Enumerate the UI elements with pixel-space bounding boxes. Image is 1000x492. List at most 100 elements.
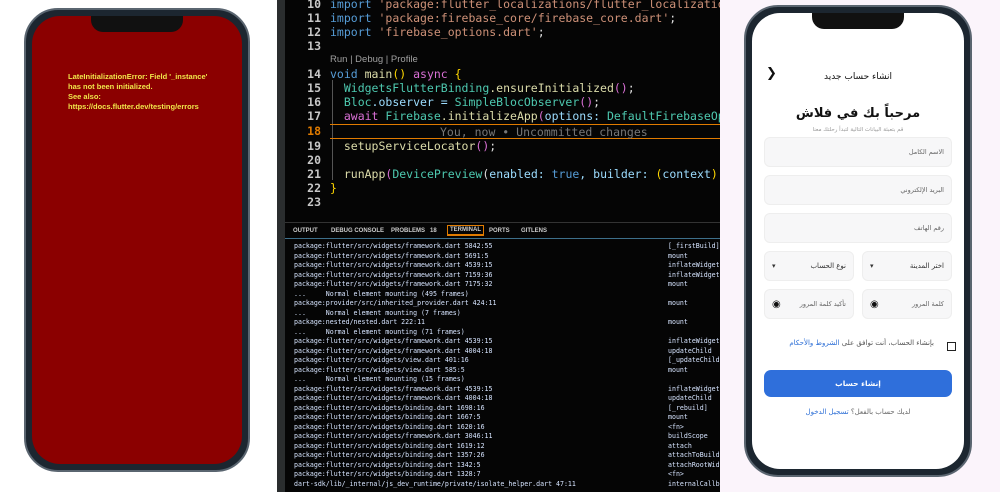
placeholder: الاسم الكامل (908, 148, 944, 156)
code-token: import (330, 25, 379, 39)
account-type-select[interactable]: نوع الحساب ▾ (764, 251, 854, 281)
terminal-line: package:flutter/src/widgets/framework.da… (294, 242, 493, 250)
code-token: context (662, 167, 711, 181)
terminal-line: package:provider/src/inherited_provider.… (294, 299, 497, 307)
code-token: .observer = (371, 95, 455, 109)
city-select[interactable]: اختر المدينة ▾ (862, 251, 952, 281)
code-token: ( (537, 109, 545, 123)
placeholder: تأكيد كلمة المرور (799, 300, 846, 308)
code-line[interactable]: await Firebase.initializeApp(options: De… (330, 109, 780, 123)
terminal-function: attachToBuild (668, 451, 720, 459)
code-line[interactable]: } (330, 181, 337, 195)
code-token: 'package:firebase_core/firebase_core.dar… (378, 11, 670, 25)
terminal-function: mount (668, 280, 688, 288)
code-token: await (330, 109, 386, 123)
terminal-line: package:flutter/src/widgets/framework.da… (294, 384, 493, 393)
terminal-line: package:flutter/src/widgets/view.dart 58… (294, 365, 465, 374)
code-token: ; (669, 11, 677, 25)
terminal-line: package:flutter/src/widgets/framework.da… (294, 394, 493, 402)
code-line[interactable]: runApp(DevicePreview(enabled: true, buil… (330, 167, 780, 181)
tab-debug-console[interactable]: DEBUG CONSOLE (331, 228, 384, 234)
terminal-function: mount (668, 413, 688, 421)
terminal-line: package:flutter/src/widgets/view.dart 40… (294, 356, 469, 364)
tab-terminal[interactable]: TERMINAL (447, 225, 484, 236)
create-account-button[interactable]: إنشاء حساب (764, 370, 952, 397)
phone-notch (812, 13, 904, 29)
email-input[interactable]: البريد الإلكتروني (764, 175, 952, 205)
code-token: true (551, 167, 580, 181)
panel-divider[interactable] (277, 0, 285, 492)
device-preview-right: ❯ انشاء حساب جديد مرحباً بك في فلاش قم ب… (720, 0, 1000, 492)
tab-gitlens[interactable]: GITLENS (521, 228, 547, 234)
terminal-line: package:flutter/src/widgets/binding.dart… (294, 460, 481, 469)
code-token: ; (627, 81, 635, 95)
code-line[interactable]: import 'package:firebase_core/firebase_c… (330, 11, 676, 25)
inline-blame: You, now • Uncommitted changes (330, 124, 720, 139)
terminal-line: package:flutter/src/widgets/framework.da… (294, 270, 493, 279)
blame-text: You, now • Uncommitted changes (440, 125, 648, 139)
line-number: 22 (307, 181, 321, 195)
terminal-function: inflateWidget (668, 384, 720, 393)
eye-icon[interactable]: ◉ (772, 299, 781, 310)
terminal-function: updateChild (668, 346, 712, 355)
tab-problems[interactable]: PROBLEMS 18 (391, 228, 437, 234)
code-token: SimpleBlocObserver (454, 95, 580, 109)
line-number: 11 (307, 11, 321, 25)
code-token: import (330, 11, 379, 25)
tab-ports[interactable]: PORTS (489, 228, 510, 234)
tab-label: PROBLEMS (391, 228, 426, 234)
terminal-function: [_updateChild (668, 356, 720, 364)
problems-count-badge: 18 (430, 228, 437, 234)
code-token: runApp (330, 167, 386, 181)
login-link[interactable]: تسجيل الدخول (806, 408, 849, 416)
tab-label: TERMINAL (450, 227, 481, 233)
tab-output[interactable]: OUTPUT (293, 228, 318, 234)
full-name-input[interactable]: الاسم الكامل (764, 137, 952, 167)
terminal-line: ... Normal element mounting (15 frames) (294, 375, 465, 383)
placeholder: رقم الهاتف (914, 224, 944, 232)
phone-frame: LateInitializationError: Field '_instanc… (24, 8, 250, 472)
code-line[interactable]: import 'firebase_options.dart'; (330, 25, 545, 39)
code-token: setupServiceLocator (330, 139, 476, 153)
terminal-line: package:flutter/src/widgets/framework.da… (294, 251, 489, 260)
line-number: 15 (307, 81, 321, 95)
code-token: enabled: (489, 167, 552, 181)
eye-icon[interactable]: ◉ (870, 299, 879, 310)
login-prompt: لديك حساب بالفعل؟ تسجيل الدخول (752, 408, 964, 416)
device-preview-left: LateInitializationError: Field '_instanc… (0, 0, 277, 492)
code-line[interactable]: setupServiceLocator(); (330, 139, 496, 153)
terminal-line: package:flutter/src/widgets/binding.dart… (294, 470, 481, 478)
code-line[interactable]: WidgetsFlutterBinding.ensureInitialized(… (330, 81, 635, 95)
code-line[interactable]: Bloc.observer = SimpleBlocObserver(); (330, 95, 600, 109)
terminal-line: package:flutter/src/widgets/binding.dart… (294, 403, 485, 412)
signup-screen: ❯ انشاء حساب جديد مرحباً بك في فلاش قم ب… (752, 13, 964, 469)
terminal-line: dart-sdk/lib/_internal/js_dev_runtime/pr… (294, 479, 576, 488)
code-token: Firebase (385, 109, 441, 123)
dropdown-arrow-icon: ▾ (870, 262, 874, 270)
code-token: main (364, 67, 393, 81)
line-number: 12 (307, 25, 321, 39)
placeholder: البريد الإلكتروني (900, 186, 944, 194)
code-token: () (613, 81, 628, 95)
code-line[interactable]: void main() async { (330, 67, 462, 81)
code-lens-run-debug-profile[interactable]: Run | Debug | Profile (330, 54, 418, 65)
terminal-line: ... Normal element mounting (495 frames) (294, 289, 469, 298)
tab-label: GITLENS (521, 228, 548, 234)
code-token: { (454, 67, 462, 81)
code-token: import (330, 0, 379, 11)
terms-link[interactable]: الشروط والأحكام (789, 339, 839, 347)
password-input[interactable]: كلمة المرور ◉ (862, 289, 952, 319)
terminal-output[interactable]: package:flutter/src/widgets/framework.da… (285, 239, 720, 492)
terminal-line: package:flutter/src/widgets/framework.da… (294, 261, 493, 269)
code-editor[interactable]: Run | Debug | Profile You, now • Uncommi… (285, 0, 780, 222)
terminal-function: attachRootWid (668, 460, 720, 469)
page-title: انشاء حساب جديد (823, 72, 893, 82)
code-token: DevicePreview (392, 167, 483, 181)
code-token: ; (489, 139, 497, 153)
code-line[interactable]: import 'package:flutter_localizations/fl… (330, 0, 780, 11)
confirm-password-input[interactable]: تأكيد كلمة المرور ◉ (764, 289, 854, 319)
phone-input[interactable]: رقم الهاتف (764, 213, 952, 243)
terms-checkbox[interactable] (947, 342, 956, 351)
code-token: ; (593, 95, 601, 109)
terminal-line: package:flutter/src/widgets/framework.da… (294, 346, 493, 355)
